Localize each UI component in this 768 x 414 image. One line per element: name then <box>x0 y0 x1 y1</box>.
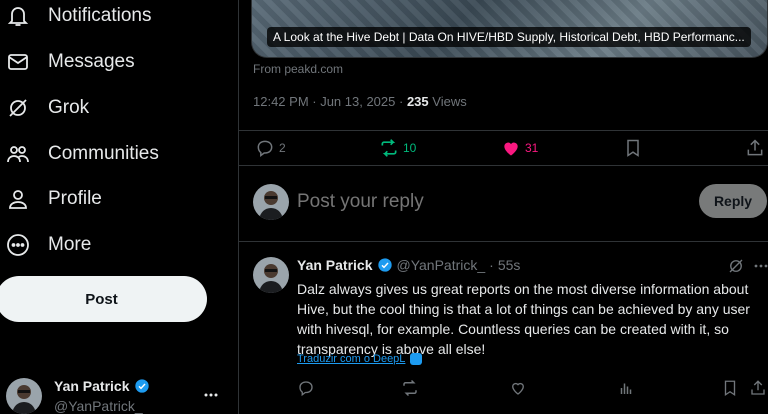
more-horizontal-icon[interactable] <box>202 386 220 404</box>
post-timestamp[interactable]: 12:42 PM · Jun 13, 2025 · <box>253 94 403 109</box>
bookmark-icon <box>724 380 736 397</box>
tweet-reply-action[interactable] <box>297 379 317 399</box>
heart-outline-icon <box>512 382 524 395</box>
translate-link[interactable]: Traduzir com o DeepL <box>297 353 423 365</box>
nav-profile[interactable]: Profile <box>0 179 102 219</box>
like-action[interactable]: 31 <box>501 138 538 158</box>
account-handle: @YanPatrick_ <box>54 398 143 414</box>
verified-badge-icon <box>377 258 392 272</box>
nav-communities-label: Communities <box>48 143 159 164</box>
share-icon <box>747 139 763 156</box>
communities-icon <box>6 142 30 166</box>
repost-icon <box>403 379 417 397</box>
nav-grok-label: Grok <box>48 97 90 118</box>
reply-action[interactable]: 2 <box>255 138 286 158</box>
reply-icon <box>299 381 313 397</box>
repost-count: 10 <box>403 141 417 155</box>
nav-messages-label: Messages <box>48 51 135 72</box>
tweet-bookmark-action[interactable] <box>721 379 741 399</box>
avatar <box>6 378 42 414</box>
deepl-icon <box>410 353 423 365</box>
tweet-text: Dalz always gives us great reports on th… <box>297 281 750 357</box>
like-count: 31 <box>525 141 539 155</box>
tweet-repost-action[interactable] <box>401 379 421 399</box>
share-action[interactable] <box>745 138 768 158</box>
repost-action[interactable]: 10 <box>379 138 416 158</box>
grok-icon[interactable] <box>727 257 745 275</box>
analytics-icon <box>620 383 632 394</box>
post-button[interactable]: Post <box>0 276 207 322</box>
tweet-time[interactable]: 55s <box>498 257 521 273</box>
repost-icon <box>381 139 397 157</box>
more-circle-icon <box>6 233 30 257</box>
nav-notifications[interactable]: Notifications <box>0 0 152 36</box>
nav-messages[interactable]: Messages <box>0 42 135 82</box>
nav-more-label: More <box>48 234 92 255</box>
account-name-text: Yan Patrick <box>54 378 130 394</box>
tweet-like-action[interactable] <box>509 379 529 399</box>
tweet-separator: · <box>489 257 494 273</box>
person-icon <box>6 187 30 211</box>
link-card-title: A Look at the Hive Debt | Data On HIVE/H… <box>267 27 751 47</box>
post-actions-bar: 2 10 31 <box>239 130 768 166</box>
reply-composer: Reply <box>239 166 768 242</box>
bookmark-icon <box>627 139 639 157</box>
bookmark-action[interactable] <box>623 138 647 158</box>
tweet-views-action[interactable] <box>617 379 637 399</box>
tweet-author-name[interactable]: Yan Patrick <box>297 257 373 273</box>
nav-grok[interactable]: Grok <box>0 88 89 128</box>
avatar[interactable] <box>253 257 289 293</box>
more-horizontal-icon[interactable] <box>753 257 768 275</box>
verified-badge-icon <box>134 379 149 393</box>
views-count: 235 <box>406 94 429 109</box>
share-icon <box>751 380 765 395</box>
reply-input[interactable] <box>297 186 677 218</box>
heart-icon <box>504 142 518 156</box>
nav-communities[interactable]: Communities <box>0 134 159 174</box>
reply-icon <box>257 140 273 157</box>
avatar <box>253 184 289 220</box>
reply-button[interactable]: Reply <box>699 184 767 218</box>
envelope-icon <box>6 50 30 74</box>
tweet-author-handle[interactable]: @YanPatrick_ <box>397 257 486 273</box>
reply-tweet[interactable]: Yan Patrick @YanPatrick_ · 55s Dalz alwa… <box>239 243 768 414</box>
account-name: Yan Patrick <box>54 378 154 394</box>
reply-count: 2 <box>279 141 286 155</box>
bell-icon <box>6 4 30 28</box>
link-card-source[interactable]: From peakd.com <box>253 62 343 76</box>
tweet-share-action[interactable] <box>749 379 768 399</box>
main-column: A Look at the Hive Debt | Data On HIVE/H… <box>239 0 768 414</box>
tweet-actions-bar <box>297 379 767 401</box>
translate-label: Traduzir com o DeepL <box>297 353 406 365</box>
sidebar: Notifications Messages Grok Communities … <box>0 0 238 414</box>
views-label: Views <box>432 94 467 109</box>
link-card[interactable]: A Look at the Hive Debt | Data On HIVE/H… <box>251 0 768 58</box>
account-switcher[interactable]: Yan Patrick @YanPatrick_ <box>0 372 238 414</box>
tweet-header: Yan Patrick @YanPatrick_ · 55s <box>297 257 520 273</box>
nav-notifications-label: Notifications <box>48 5 152 26</box>
nav-profile-label: Profile <box>48 188 102 209</box>
nav-more[interactable]: More <box>0 225 91 265</box>
grok-icon <box>6 96 30 120</box>
post-meta: 12:42 PM · Jun 13, 2025 · 235 Views <box>253 94 467 109</box>
